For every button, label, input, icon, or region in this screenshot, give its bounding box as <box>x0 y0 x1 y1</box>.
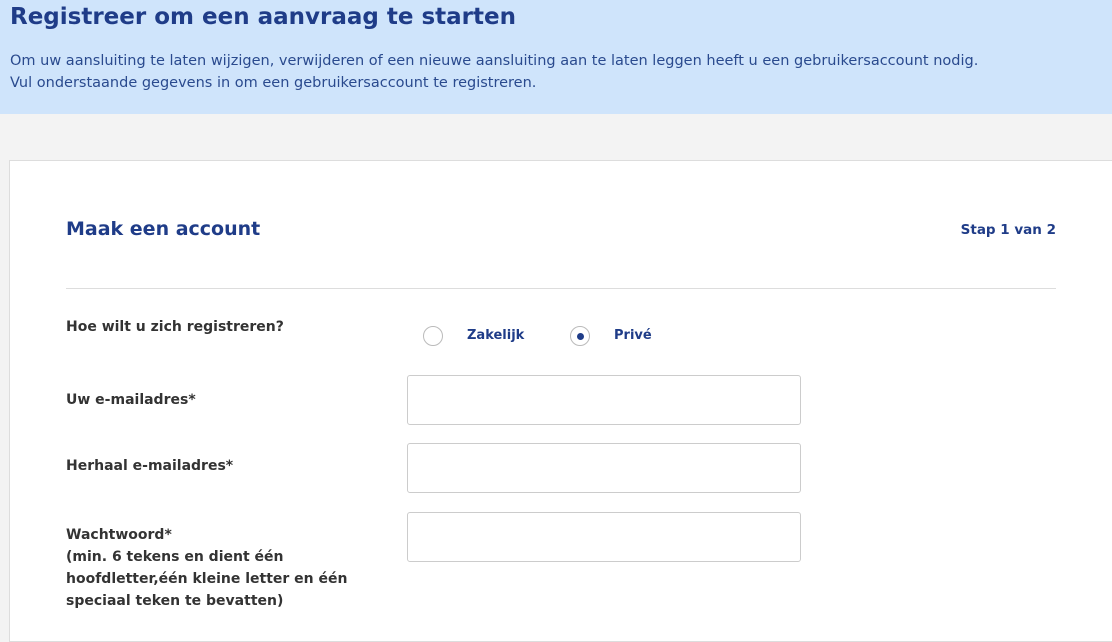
radio-label-zakelijk[interactable]: Zakelijk <box>467 328 524 343</box>
radio-circle-zakelijk[interactable] <box>423 326 443 346</box>
divider <box>66 288 1056 289</box>
banner-description: Om uw aansluiting te laten wijzigen, ver… <box>10 50 978 94</box>
radio-circle-prive[interactable] <box>570 326 590 346</box>
email-field[interactable] <box>407 375 801 425</box>
info-banner: Registreer om een aanvraag te starten Om… <box>0 0 1112 114</box>
repeat-email-field[interactable] <box>407 443 801 493</box>
password-requirements: (min. 6 tekens en dient één hoofdletter,… <box>66 546 347 612</box>
password-field[interactable] <box>407 512 801 562</box>
page-title: Registreer om een aanvraag te starten <box>10 4 516 30</box>
radio-label-prive[interactable]: Privé <box>614 328 652 343</box>
form-title: Maak een account <box>66 218 261 240</box>
password-label: Wachtwoord* <box>66 527 172 543</box>
password-requirement-line-3: speciaal teken te bevatten) <box>66 593 284 609</box>
password-requirement-line-2: hoofdletter,één kleine letter en één <box>66 571 348 587</box>
repeat-email-label: Herhaal e-mailadres* <box>66 458 234 474</box>
password-requirement-line-1: (min. 6 tekens en dient één <box>66 549 284 565</box>
email-label: Uw e-mailadres* <box>66 392 196 408</box>
banner-line-1: Om uw aansluiting te laten wijzigen, ver… <box>10 53 979 69</box>
radio-selected-dot <box>577 333 584 340</box>
step-indicator: Stap 1 van 2 <box>960 222 1056 238</box>
banner-line-2: Vul onderstaande gegevens in om een gebr… <box>10 75 537 91</box>
register-type-label: Hoe wilt u zich registreren? <box>66 319 284 335</box>
